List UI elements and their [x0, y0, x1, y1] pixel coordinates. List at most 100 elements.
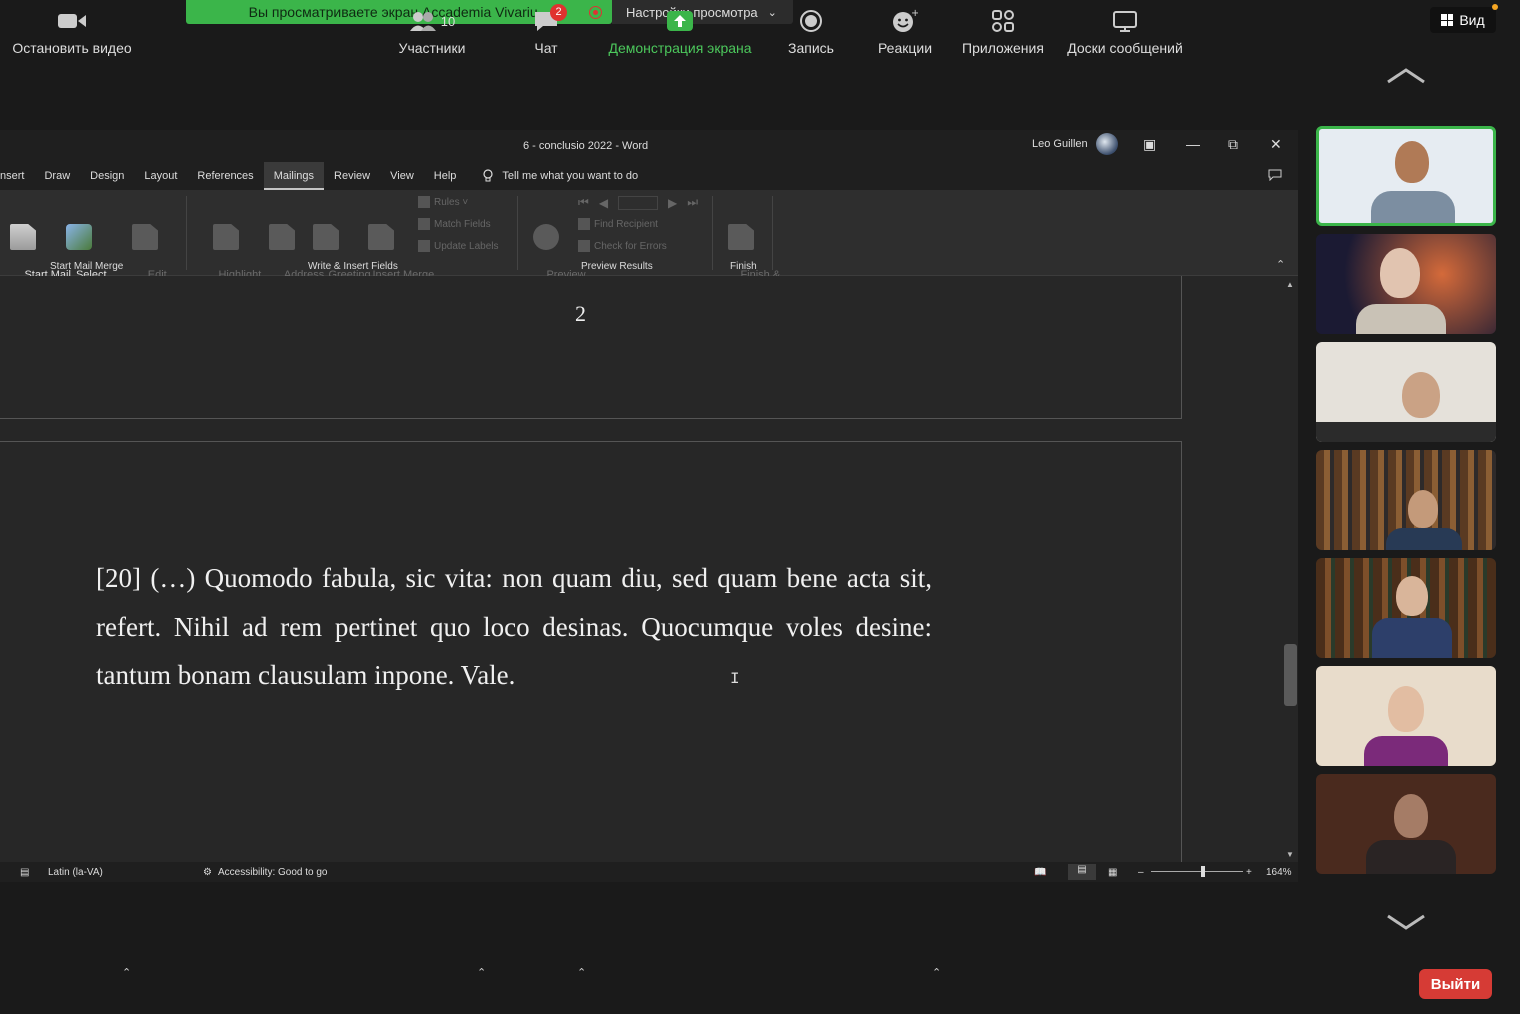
- leave-meeting-button[interactable]: Выйти: [1419, 969, 1492, 999]
- video-camera-icon: [8, 8, 136, 34]
- reactions-button[interactable]: + Реакции: [872, 8, 938, 56]
- rules-icon: [418, 196, 430, 208]
- preview-icon: [533, 224, 559, 250]
- video-options-caret-icon[interactable]: ⌃: [122, 966, 131, 979]
- edit-list-icon: [132, 224, 158, 250]
- apps-icon: [958, 8, 1048, 34]
- first-record-icon[interactable]: ⏮: [578, 195, 589, 210]
- ribbon-separator: [772, 196, 773, 270]
- tab-help[interactable]: Help: [424, 162, 467, 190]
- scroll-up-icon[interactable]: ▲: [1286, 280, 1294, 289]
- chat-label: Чат: [534, 40, 558, 56]
- accessibility-status[interactable]: Accessibility: Good to go: [218, 867, 328, 878]
- apps-button[interactable]: Приложения: [958, 8, 1048, 56]
- participant-video: [1388, 686, 1424, 732]
- tell-me-box[interactable]: Tell me what you want to do: [482, 169, 638, 183]
- scrollbar-thumb[interactable]: [1284, 644, 1297, 706]
- whiteboards-button[interactable]: Доски сообщений: [1060, 8, 1190, 56]
- participant-tile[interactable]: [1316, 450, 1496, 550]
- find-recipient-button[interactable]: Find Recipient: [578, 218, 658, 230]
- tab-draw[interactable]: Draw: [34, 162, 80, 190]
- document-title: 6 - conclusio 2022 - Word: [523, 140, 649, 152]
- participant-tile[interactable]: [1316, 558, 1496, 658]
- restore-icon[interactable]: ⧉: [1228, 136, 1238, 153]
- document-area[interactable]: 2 [20] (…) Quomodo fabula, sic vita: non…: [0, 276, 1283, 862]
- update-labels-icon: [418, 240, 430, 252]
- scroll-down-icon[interactable]: ▼: [1286, 850, 1294, 859]
- tab-insert[interactable]: nsert: [0, 162, 34, 190]
- mail-merge-icon: [10, 224, 36, 250]
- whiteboard-icon: [1060, 8, 1190, 34]
- group-write-insert-fields: Write & Insert Fields: [308, 261, 398, 272]
- zoom-slider-thumb[interactable]: [1201, 866, 1205, 877]
- rules-label: Rules ˅: [434, 196, 469, 208]
- next-record-icon[interactable]: ▶: [668, 196, 677, 210]
- participant-body: [1356, 304, 1446, 334]
- tab-mailings[interactable]: Mailings: [263, 162, 325, 190]
- participant-tile[interactable]: [1316, 342, 1496, 442]
- participant-tile[interactable]: [1316, 774, 1496, 874]
- record-number-input[interactable]: [618, 195, 659, 210]
- scroll-up-chevron-icon[interactable]: [1384, 66, 1428, 86]
- address-block-icon: [269, 224, 295, 250]
- minimize-icon[interactable]: —: [1186, 136, 1200, 152]
- participant-tile[interactable]: [1316, 666, 1496, 766]
- record-button[interactable]: Запись: [780, 8, 842, 56]
- comments-icon[interactable]: [1268, 169, 1282, 184]
- close-icon[interactable]: ✕: [1270, 136, 1282, 153]
- collapse-ribbon-icon[interactable]: ⌃: [1276, 258, 1285, 271]
- language-status[interactable]: Latin (la-VA): [48, 867, 103, 878]
- previous-record-icon[interactable]: ◀: [599, 196, 608, 210]
- chat-icon: 2: [520, 4, 572, 34]
- reactions-caret-icon[interactable]: ⌃: [932, 966, 941, 979]
- shared-word-window: 6 - conclusio 2022 - Word Leo Guillen ▣ …: [0, 130, 1298, 882]
- zoom-slider[interactable]: [1151, 871, 1243, 872]
- participant-video: [1394, 794, 1428, 838]
- ribbon-separator: [186, 196, 187, 270]
- svg-text:+: +: [911, 9, 918, 19]
- stop-video-button[interactable]: Остановить видео: [8, 8, 136, 56]
- document-body-text[interactable]: [20] (…) Quomodo fabula, sic vita: non q…: [96, 554, 932, 700]
- print-layout-icon[interactable]: ▤: [1068, 864, 1096, 880]
- highlight-icon: [213, 224, 239, 250]
- chat-button[interactable]: 2 Чат: [520, 4, 572, 56]
- zoom-level[interactable]: 164%: [1266, 867, 1292, 878]
- rules-button[interactable]: Rules ˅: [418, 196, 468, 208]
- participants-button[interactable]: 10 Участники: [392, 8, 472, 56]
- scroll-down-chevron-icon[interactable]: [1384, 912, 1428, 932]
- view-button[interactable]: Вид: [1430, 4, 1498, 33]
- proofing-icon[interactable]: ▤: [20, 867, 29, 878]
- update-labels-button[interactable]: Update Labels: [418, 240, 499, 252]
- participant-tile-active[interactable]: [1316, 126, 1496, 226]
- participant-body: [1366, 840, 1456, 874]
- tab-layout[interactable]: Layout: [134, 162, 187, 190]
- tab-references[interactable]: References: [187, 162, 263, 190]
- ribbon-display-icon[interactable]: ▣: [1143, 136, 1156, 153]
- participants-icon: 10: [392, 8, 472, 34]
- zoom-in-icon[interactable]: +: [1246, 867, 1252, 878]
- last-record-icon[interactable]: ⏭: [687, 195, 698, 210]
- share-screen-button[interactable]: Демонстрация экрана: [600, 8, 760, 56]
- page-previous: 2: [0, 276, 1182, 419]
- zoom-window: Вы просматриваете экран Accademia Vivari…: [0, 0, 1520, 1014]
- ribbon-separator: [517, 196, 518, 270]
- participants-caret-icon[interactable]: ⌃: [477, 966, 486, 979]
- tab-view[interactable]: View: [380, 162, 424, 190]
- page-current[interactable]: [20] (…) Quomodo fabula, sic vita: non q…: [0, 441, 1182, 862]
- record-navigation: ⏮ ◀ ▶ ⏭: [578, 195, 698, 210]
- user-name: Leo Guillen: [1032, 138, 1088, 150]
- check-for-errors-button[interactable]: Check for Errors: [578, 240, 667, 252]
- vertical-scrollbar[interactable]: ▲ ▼: [1283, 276, 1298, 862]
- share-screen-icon: [600, 8, 760, 34]
- read-mode-icon[interactable]: 📖: [1034, 867, 1046, 878]
- chat-caret-icon[interactable]: ⌃: [577, 966, 586, 979]
- group-preview-results: Preview Results: [581, 261, 653, 272]
- tab-design[interactable]: Design: [80, 162, 134, 190]
- web-layout-icon[interactable]: ▦: [1108, 867, 1117, 878]
- tab-review[interactable]: Review: [324, 162, 380, 190]
- zoom-out-icon[interactable]: –: [1138, 867, 1144, 878]
- participant-tile[interactable]: [1316, 234, 1496, 334]
- check-for-errors-label: Check for Errors: [594, 240, 667, 252]
- greeting-line-icon: [313, 224, 339, 250]
- match-fields-button[interactable]: Match Fields: [418, 218, 491, 230]
